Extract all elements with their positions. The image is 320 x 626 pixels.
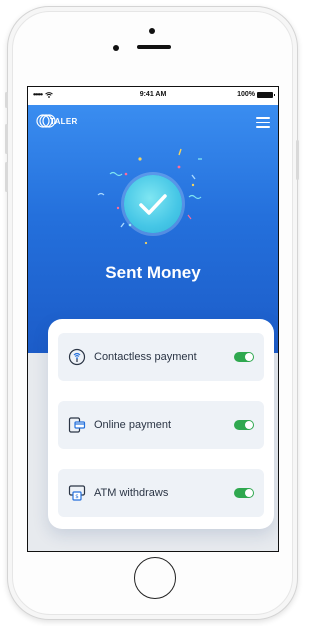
hero-section: TALER Sent Money — [28, 105, 278, 353]
svg-text:$: $ — [75, 494, 79, 500]
online-payment-toggle[interactable] — [234, 420, 254, 430]
contactless-icon — [68, 348, 86, 366]
page-title: Sent Money — [105, 263, 201, 282]
option-label: ATM withdraws — [94, 487, 169, 499]
volume-up-button — [5, 124, 8, 154]
status-bar: ••••• 9:41 AM 100% — [28, 87, 278, 105]
volume-down-button — [5, 162, 8, 192]
contactless-payment-toggle[interactable] — [234, 352, 254, 362]
status-right: 100% — [237, 91, 275, 98]
checkmark-circle-icon — [124, 175, 182, 233]
mute-switch — [5, 92, 8, 108]
atm-icon: $ — [68, 484, 86, 502]
battery-icon — [257, 91, 275, 98]
front-camera — [149, 28, 155, 34]
option-label: Online payment — [94, 419, 172, 431]
battery-percent: 100% — [237, 91, 255, 98]
earpiece-speaker — [137, 45, 171, 49]
option-contactless-payment[interactable]: Contactless payment — [58, 333, 264, 381]
home-button[interactable] — [134, 557, 176, 599]
device-payment-icon — [68, 416, 86, 434]
atm-withdraws-toggle[interactable] — [234, 488, 254, 498]
option-online-payment[interactable]: Online payment — [58, 401, 264, 449]
app-screen: ••••• 9:41 AM 100% TALER Sent Money Cont… — [27, 86, 279, 552]
power-button — [296, 140, 299, 180]
option-label: Contactless payment — [94, 351, 197, 363]
proximity-sensor — [113, 45, 119, 51]
option-atm-withdraws[interactable]: $ ATM withdraws — [58, 469, 264, 517]
payment-options-card: Contactless payment Online payment $ ATM… — [48, 319, 274, 529]
